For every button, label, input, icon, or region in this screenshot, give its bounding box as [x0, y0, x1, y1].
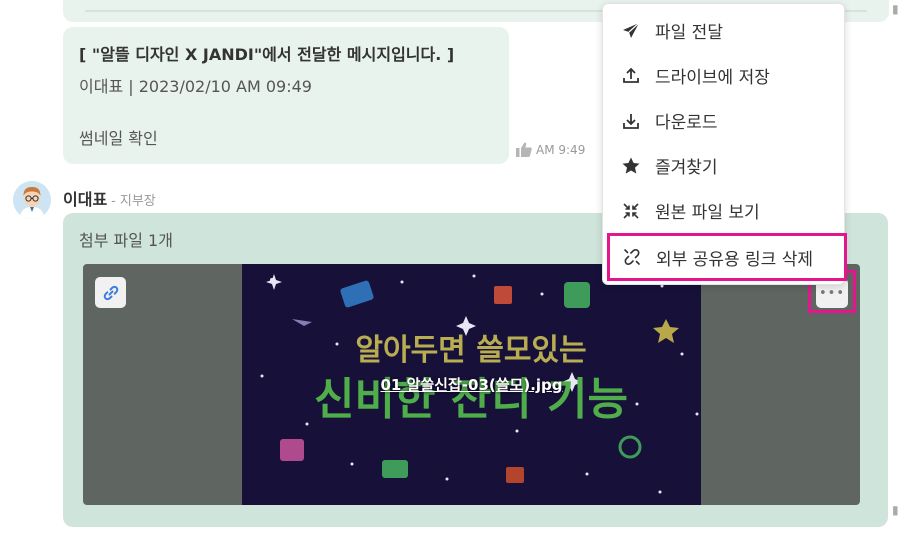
forwarded-message-title: [ "알뜰 디자인 X JANDI"에서 전달한 메시지입니다. ] — [79, 45, 455, 64]
menu-item-label: 다운로드 — [655, 113, 718, 133]
link-off-icon — [622, 247, 642, 267]
forwarded-message-body: 썸네일 확인 — [79, 129, 158, 148]
star-icon — [621, 156, 641, 176]
file-context-menu: 파일 전달 드라이브에 저장 다운로드 즐겨찾기 원본 파일 보기 외부 공유용… — [602, 3, 847, 285]
collapse-arrows-icon — [621, 201, 641, 221]
menu-item-label: 즐겨찾기 — [655, 158, 718, 178]
external-link-button[interactable] — [95, 277, 126, 308]
sender-separator: - — [111, 194, 116, 209]
menu-item-label: 외부 공유용 링크 삭제 — [656, 249, 813, 270]
like-icon[interactable]: ▮ — [892, 2, 906, 16]
menu-item-view-original[interactable]: 원본 파일 보기 — [603, 188, 844, 233]
attachment-count-label: 첨부 파일 1개 — [79, 231, 173, 250]
upload-icon — [621, 66, 641, 86]
menu-item-download[interactable]: 다운로드 — [603, 98, 844, 143]
send-icon — [621, 21, 641, 41]
avatar[interactable] — [13, 181, 51, 219]
link-icon — [103, 285, 118, 300]
thumbs-up-icon[interactable] — [516, 142, 532, 157]
menu-item-label: 원본 파일 보기 — [655, 203, 760, 223]
forwarded-message-bubble: [ "알뜰 디자인 X JANDI"에서 전달한 메시지입니다. ] 이대표 |… — [63, 27, 509, 164]
sender-info: 이대표 - 지부장 — [63, 186, 156, 210]
menu-item-save-to-drive[interactable]: 드라이브에 저장 — [603, 53, 844, 98]
menu-item-favorite[interactable]: 즐겨찾기 — [603, 143, 844, 188]
poster-line-1: 알아두면 쓸모있는 — [355, 333, 586, 368]
like-icon[interactable]: ▮ — [892, 503, 906, 517]
menu-item-label: 파일 전달 — [655, 23, 723, 43]
forwarded-message-meta: 이대표 | 2023/02/10 AM 09:49 — [79, 77, 312, 96]
download-icon — [621, 111, 641, 131]
menu-item-label: 드라이브에 저장 — [655, 68, 770, 88]
image-preview[interactable]: 알아두면 쓸모있는 신비한 잔디 기능 01 알쓸신잡-03(쓸모).jpg •… — [83, 264, 860, 505]
menu-item-delete-share-link[interactable]: 외부 공유용 링크 삭제 — [607, 233, 847, 281]
sender-role: 지부장 — [119, 194, 156, 209]
attachment-file-name[interactable]: 01 알쓸신잡-03(쓸모).jpg — [83, 374, 860, 395]
menu-item-forward-file[interactable]: 파일 전달 — [603, 8, 844, 53]
message-status: AM 9:49 — [516, 142, 585, 157]
sender-name[interactable]: 이대표 — [63, 186, 107, 210]
message-time: AM 9:49 — [536, 142, 586, 157]
user-avatar-icon — [13, 181, 51, 219]
